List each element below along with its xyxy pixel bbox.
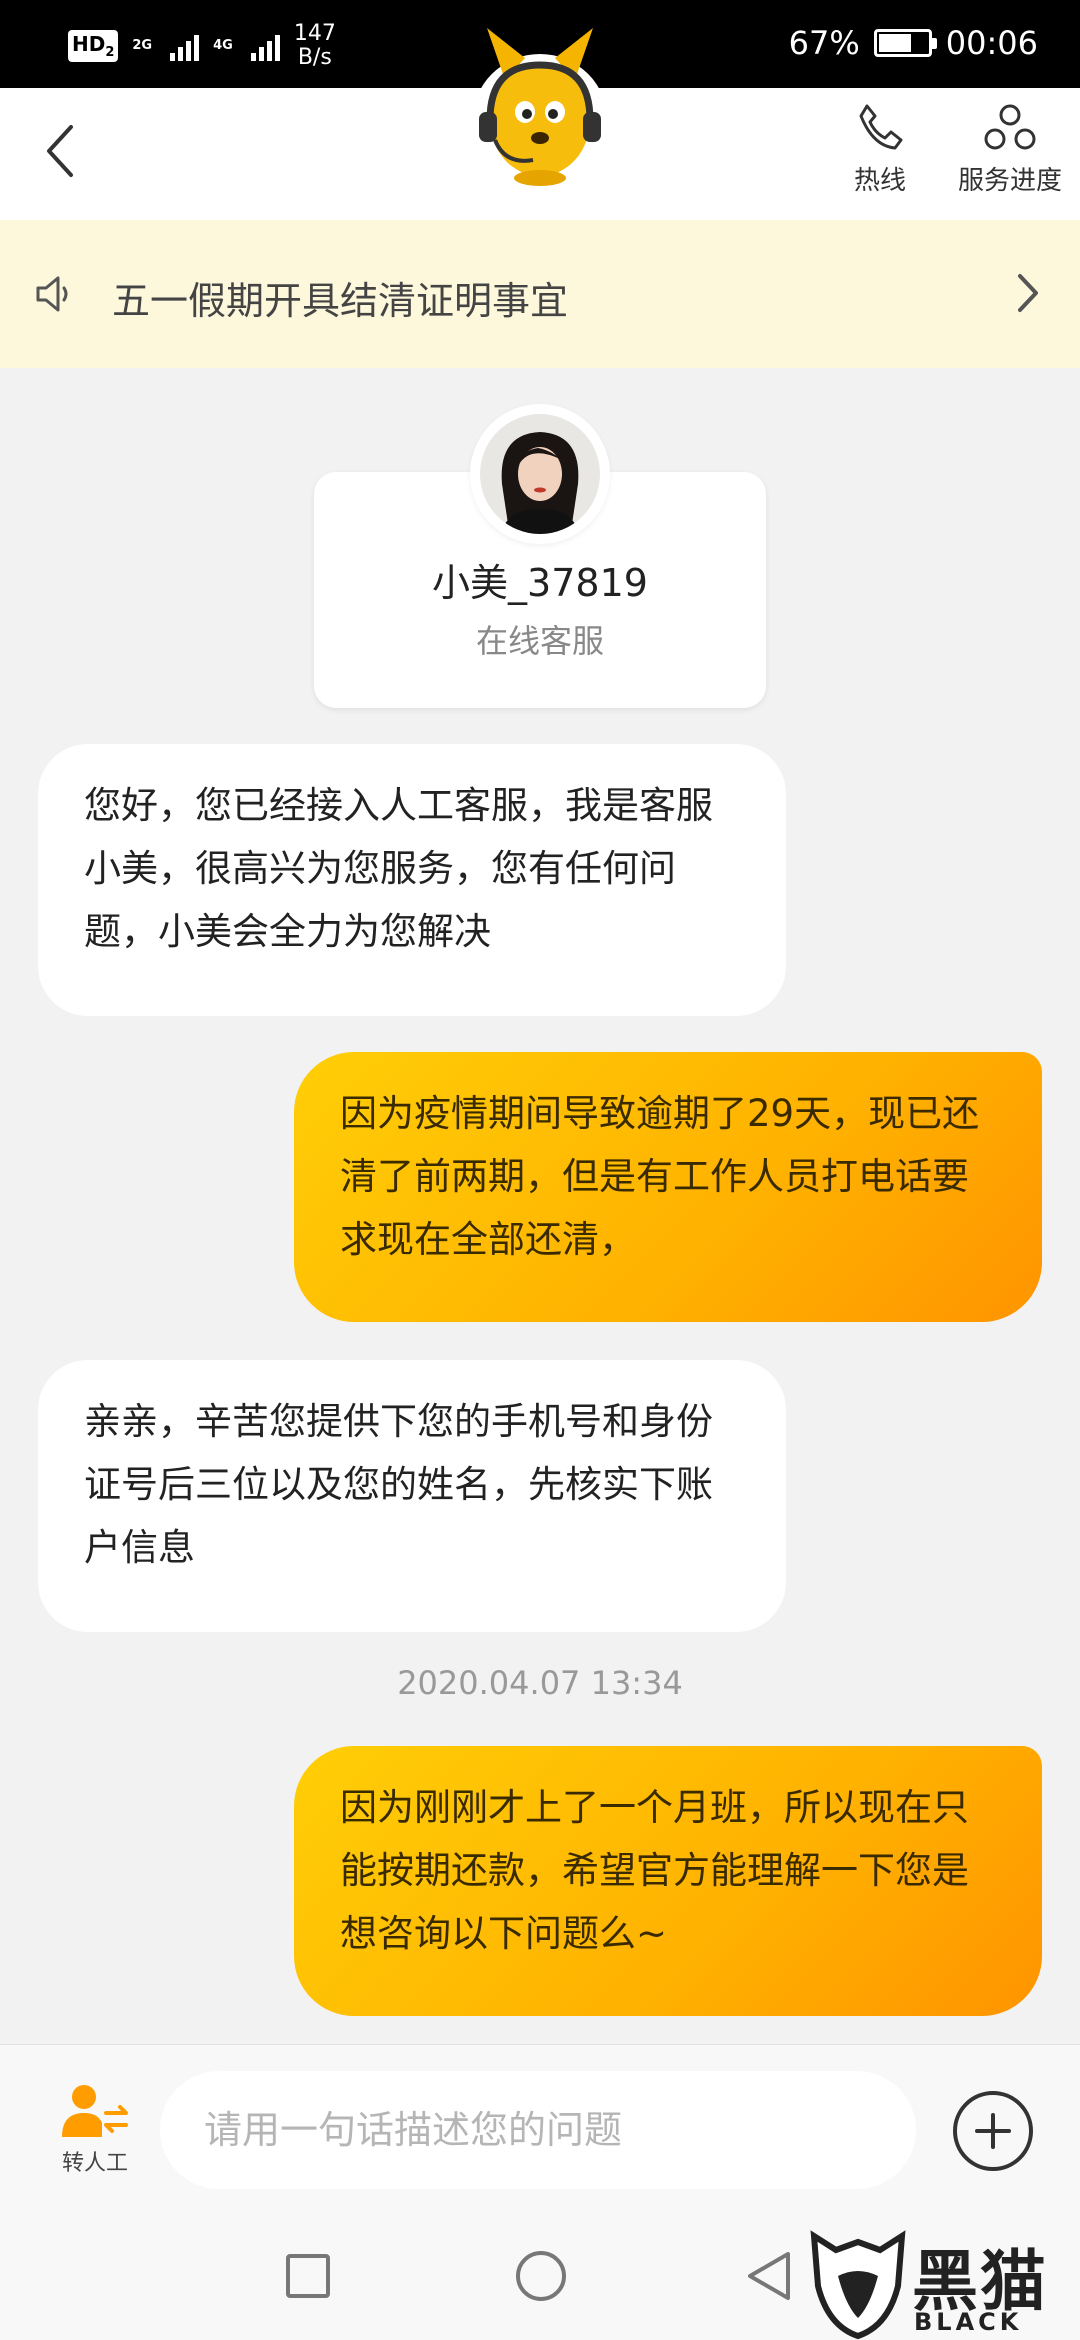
watermark-subtext: BLACK CAT xyxy=(914,2308,1023,2340)
notice-text: 五一假期开具结清证明事宜 xyxy=(112,279,569,323)
message-bubble-user: 因为刚刚才上了一个月班，所以现在只能按期还款，希望官方能理解一下您是想咨询以下问… xyxy=(294,1746,1042,2016)
message-input[interactable] xyxy=(160,2071,916,2189)
agent-avatar xyxy=(470,404,610,544)
watermark: 黑猫 BLACK CAT xyxy=(808,2226,1080,2340)
hotline-button[interactable]: 热线 xyxy=(830,102,930,197)
triangle-back-icon xyxy=(748,2252,790,2300)
mascot-logo xyxy=(465,20,615,200)
message-bubble-agent: 您好，您已经接入人工客服，我是客服小美，很高兴为您服务，您有任何问题，小美会全力… xyxy=(38,744,786,1016)
message-timestamp: 2020.04.07 13:34 xyxy=(397,1664,683,1702)
transfer-label: 转人工 xyxy=(61,2151,128,2176)
hotline-label: 热线 xyxy=(853,166,906,196)
signal-icon xyxy=(170,31,200,61)
service-progress-label: 服务进度 xyxy=(957,166,1062,196)
service-progress-button[interactable]: 服务进度 xyxy=(950,102,1070,197)
network-type-2g: 2G xyxy=(132,38,153,53)
battery-fill xyxy=(878,34,911,52)
avatar xyxy=(480,414,600,534)
status-left: HD2 2G 4G 147 B/s xyxy=(68,22,336,70)
chevron-left-icon xyxy=(47,125,73,177)
home-button[interactable] xyxy=(516,2251,566,2301)
progress-icon xyxy=(984,104,1036,150)
signal-icon-2 xyxy=(250,31,280,61)
recent-apps-button[interactable] xyxy=(286,2254,330,2298)
clock: 00:06 xyxy=(945,24,1038,62)
plus-icon xyxy=(975,2113,1011,2149)
transfer-agent-icon xyxy=(62,2085,128,2137)
message-bubble-agent: 亲亲，辛苦您提供下您的手机号和身份证号后三位以及您的姓名，先核实下账户信息 xyxy=(38,1360,786,1632)
notice-banner[interactable]: 五一假期开具结清证明事宜 xyxy=(0,220,1080,368)
input-bar: 转人工 xyxy=(0,2044,1080,2214)
battery-icon xyxy=(873,29,937,57)
transfer-to-human-button[interactable]: 转人工 xyxy=(40,2083,150,2177)
agent-role: 在线客服 xyxy=(475,622,604,660)
black-cat-logo-icon xyxy=(810,2230,906,2340)
agent-name: 小美_37819 xyxy=(432,561,648,605)
network-type-4g: 4G xyxy=(213,38,233,53)
nav-back-button[interactable] xyxy=(746,2250,792,2306)
battery-percent: 67% xyxy=(788,24,860,62)
add-button[interactable] xyxy=(953,2091,1033,2171)
phone-icon xyxy=(859,104,903,150)
back-button[interactable] xyxy=(30,116,90,186)
chevron-right-icon xyxy=(1018,274,1038,312)
network-speed: 147 B/s xyxy=(293,21,336,70)
message-bubble-user: 因为疫情期间导致逾期了29天，现已还清了前两期，但是有工作人员打电话要求现在全部… xyxy=(294,1052,1042,1322)
status-right: 67% 00:06 xyxy=(789,24,1038,62)
speaker-icon xyxy=(36,276,68,312)
hd-badge: HD2 xyxy=(68,30,119,62)
